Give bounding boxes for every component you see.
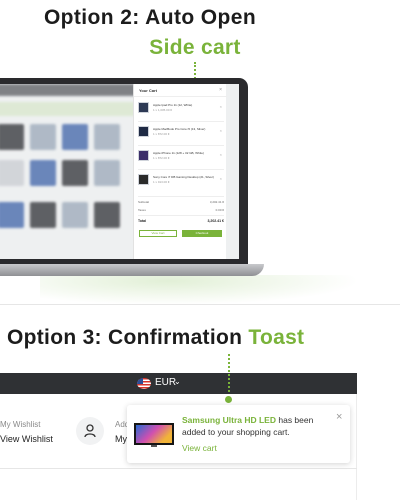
cart-title: Your Cart (139, 88, 157, 93)
chevron-down-icon[interactable]: ⌄ (174, 377, 181, 386)
section-divider (0, 304, 400, 305)
option2-title: Option 2: Auto Open (43, 6, 257, 29)
cart-item[interactable]: Apple iPhone 11 (128 + 32 GB, White) 1 x… (138, 148, 224, 168)
cart-item[interactable]: Sony Core i7 DB Gaming Desktop (21, Silv… (138, 172, 224, 192)
cart-item-name: Apple Ipad Pro 11 (12, White) (153, 103, 193, 107)
cart-item-qty: 1 x 872.00 € (153, 132, 170, 136)
option3-title-prefix: Option 3: Confirmation (7, 326, 243, 349)
laptop-screen: Your Cart × Apple Ipad Pro 11 (12, White… (0, 78, 248, 265)
cart-item[interactable]: Apple Ipad Pro 11 (12, White) 1 x 1,005.… (138, 100, 224, 120)
cart-item-qty: 1 x 872.00 € (153, 156, 170, 160)
toast-product-name[interactable]: Samsung Ultra HD LED (182, 415, 276, 425)
product-thumbnail (138, 126, 149, 137)
toast-message: Samsung Ultra HD LED has been added to y… (182, 414, 332, 438)
laptop-base (0, 264, 264, 276)
cart-item-qty: 1 x 913.00 € (153, 180, 170, 184)
side-cart-panel: Your Cart × Apple Ipad Pro 11 (12, White… (133, 84, 227, 259)
remove-item-icon[interactable]: × (220, 128, 222, 133)
option2-subtitle: Side cart (149, 36, 241, 59)
us-flag-icon[interactable] (137, 378, 151, 389)
product-thumbnail (138, 102, 149, 113)
account-icon[interactable] (76, 417, 104, 445)
close-icon[interactable]: × (336, 411, 342, 423)
cart-item-name: Apple MacBook Pro Core i5 (13, Silver) (153, 127, 206, 131)
page: Option 2: Auto Open Side cart Your Cart … (0, 0, 400, 500)
pointer-dot (225, 396, 232, 403)
tv-product-image (134, 423, 174, 445)
store-background (0, 84, 136, 259)
subtotal-row: Subtotal 3,202.41 € (138, 200, 224, 204)
view-wishlist-link[interactable]: View Wishlist (0, 434, 53, 444)
view-cart-button[interactable]: View Cart (139, 230, 177, 237)
laptop-display: Your Cart × Apple Ipad Pro 11 (12, White… (0, 84, 239, 259)
top-bar: EUR ⌄ (0, 373, 357, 394)
cart-item-name: Apple iPhone 11 (128 + 32 GB, White) (153, 151, 204, 155)
remove-item-icon[interactable]: × (220, 176, 222, 181)
cart-item-name: Sony Core i7 DB Gaming Desktop (21, Silv… (153, 175, 214, 179)
remove-item-icon[interactable]: × (220, 152, 222, 157)
cart-close-icon[interactable]: × (219, 87, 222, 93)
product-thumbnail (138, 150, 149, 161)
currency-selector[interactable]: EUR (155, 377, 176, 388)
cart-item-qty: 1 x 1,005.00 € (153, 108, 173, 112)
laptop-shadow (40, 275, 360, 305)
total-row: Total 3,202.41 € (138, 219, 224, 223)
option3-title-highlight: Toast (248, 326, 305, 349)
checkout-button[interactable]: Checkout (182, 230, 222, 237)
confirmation-toast: Samsung Ultra HD LED has been added to y… (127, 405, 350, 463)
account-link[interactable]: My (115, 434, 127, 444)
cart-item[interactable]: Apple MacBook Pro Core i5 (13, Silver) 1… (138, 124, 224, 144)
product-thumbnail (138, 174, 149, 185)
option3-title: Option 3: Confirmation Toast (7, 326, 304, 350)
taxes-row: Taxes 0.00 € (138, 208, 224, 212)
pointer-line (228, 354, 230, 392)
wishlist-label: My Wishlist (0, 420, 41, 429)
toast-view-cart-link[interactable]: View cart (182, 443, 217, 453)
remove-item-icon[interactable]: × (220, 104, 222, 109)
